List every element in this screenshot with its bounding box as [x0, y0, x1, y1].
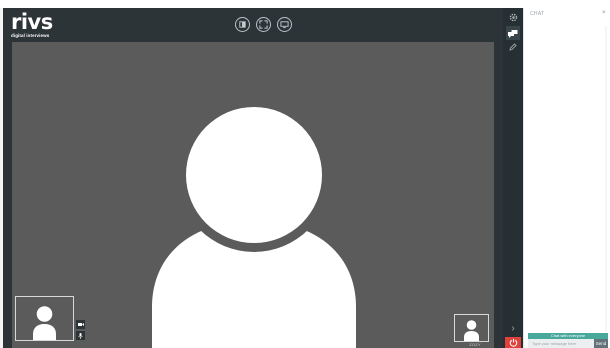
user-avatar-icon	[152, 98, 356, 348]
send-button[interactable]: Send	[594, 339, 608, 348]
exit-fullscreen-icon	[239, 21, 246, 28]
participant-name: ZOZY	[469, 342, 481, 347]
camera-toggle-button[interactable]	[76, 320, 85, 329]
chat-scroll-track	[605, 26, 607, 332]
participant-thumbnail[interactable]	[454, 314, 489, 342]
self-avatar-icon	[33, 305, 56, 341]
self-view-video[interactable]	[15, 296, 74, 341]
top-border	[0, 0, 610, 8]
camera-icon	[77, 323, 84, 326]
chat-title: CHAT	[530, 11, 545, 17]
settings-icon	[509, 13, 517, 21]
video-stage: rivs digital interviews	[3, 8, 503, 348]
top-bar: rivs digital interviews	[3, 8, 503, 42]
annotate-button[interactable]	[506, 40, 520, 54]
exit-fullscreen-button[interactable]	[235, 17, 250, 32]
expand-panel-button[interactable]: ›	[507, 323, 519, 335]
logo-wordmark: rivs	[11, 10, 53, 34]
microphone-icon	[78, 332, 83, 339]
chat-scrollbar[interactable]	[604, 26, 608, 332]
logo-tagline: digital interviews	[11, 33, 50, 38]
self-view-controls	[76, 320, 85, 340]
power-icon	[509, 338, 517, 347]
pen-icon	[509, 43, 517, 51]
fullscreen-button[interactable]	[256, 17, 271, 32]
chat-panel: CHAT × Chat with everyone Type your mess…	[523, 8, 610, 348]
remote-video-feed	[12, 42, 494, 348]
chat-close-button[interactable]: ×	[602, 10, 606, 16]
settings-button[interactable]	[506, 10, 520, 24]
video-control-group	[235, 17, 292, 32]
rivs-logo: rivs digital interviews	[11, 10, 53, 39]
end-call-button[interactable]	[505, 337, 521, 348]
chat-toggle-button[interactable]	[506, 26, 520, 40]
chat-input-row: Type your message here Send	[528, 339, 608, 348]
chat-bubbles-icon	[508, 29, 518, 38]
microphone-toggle-button[interactable]	[76, 331, 85, 340]
participant-avatar-icon	[464, 319, 479, 342]
chat-message-input[interactable]: Type your message here	[528, 339, 594, 348]
side-rail: ›	[503, 8, 523, 348]
screen-share-button[interactable]	[277, 17, 292, 32]
screen-share-icon	[280, 21, 289, 29]
fullscreen-icon	[259, 20, 268, 29]
